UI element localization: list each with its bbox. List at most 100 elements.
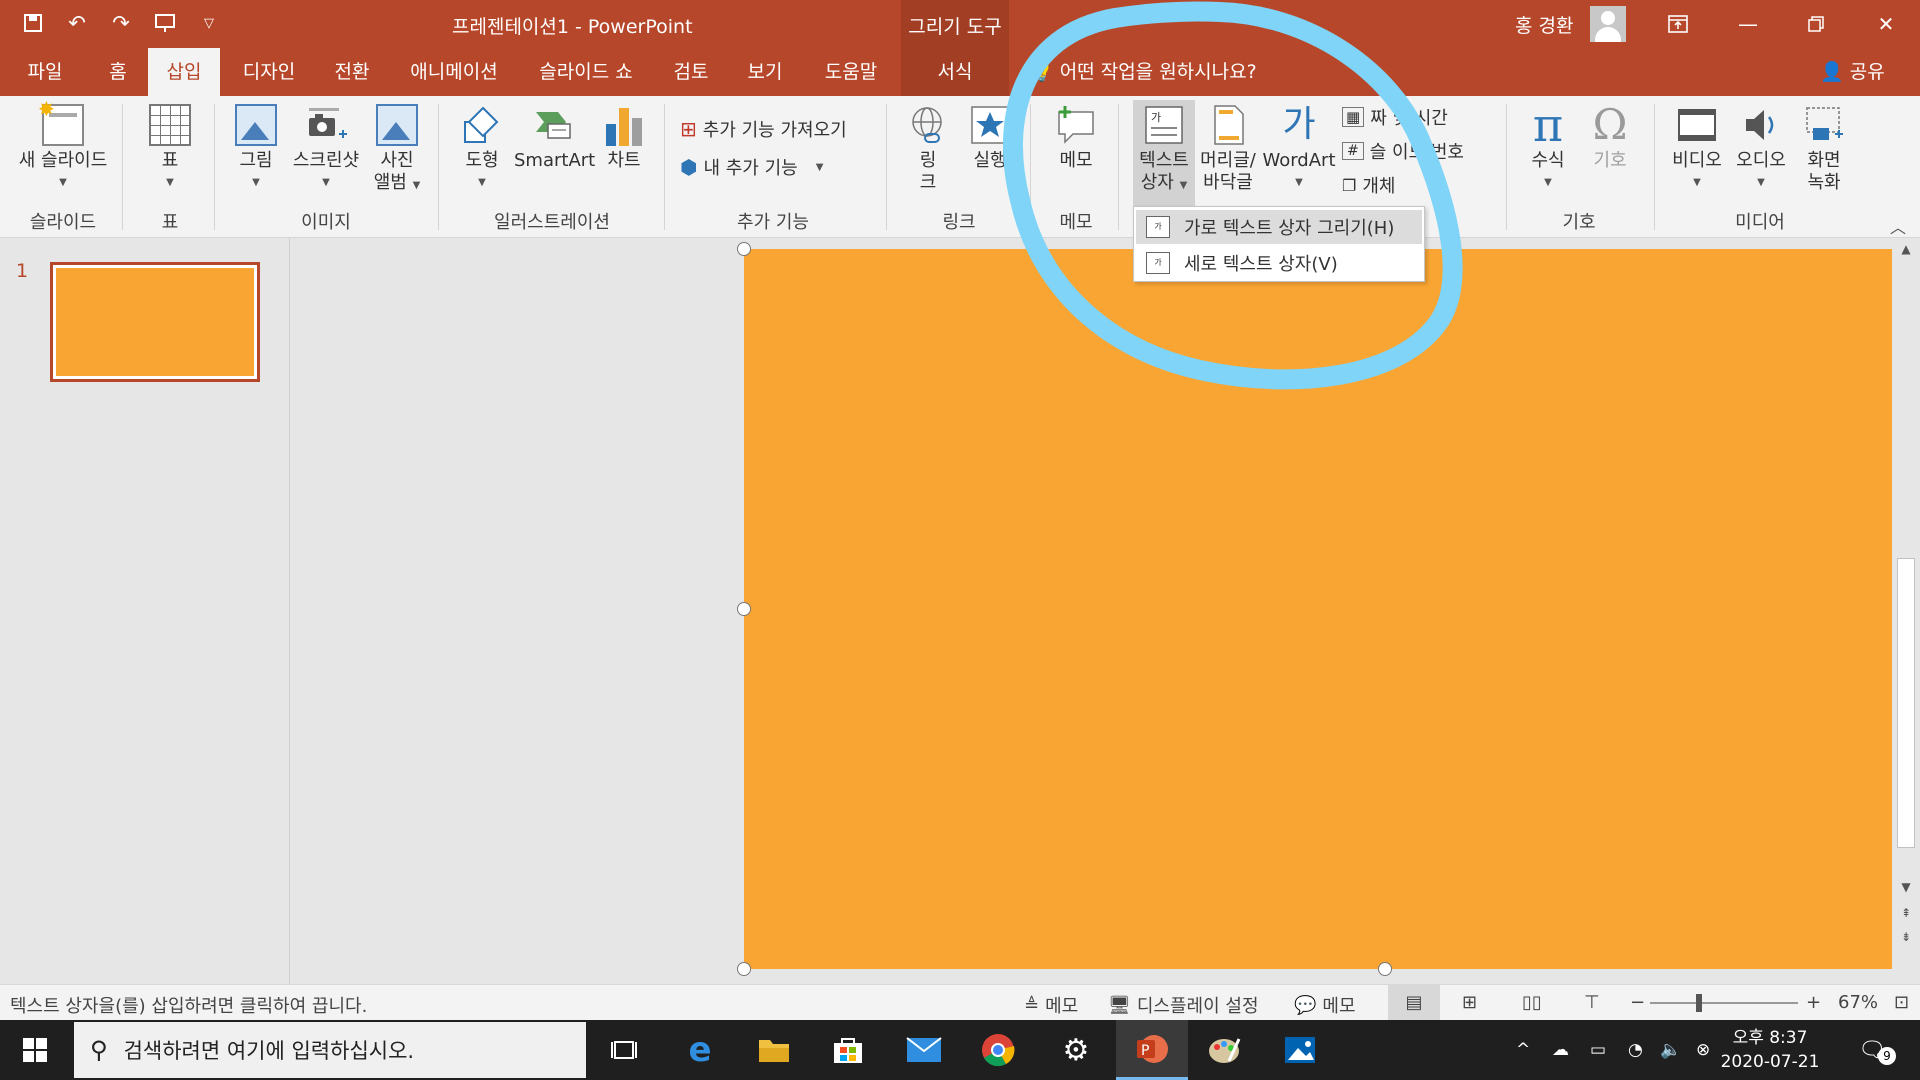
slide-thumbnail[interactable] [50, 262, 260, 382]
picture-button[interactable]: 그림 ▼ [228, 104, 284, 194]
tab-file[interactable]: 파일 [20, 48, 70, 96]
file-explorer-icon[interactable] [738, 1020, 810, 1080]
battery-icon[interactable]: ▭ [1590, 1020, 1606, 1080]
resize-handle[interactable] [737, 602, 751, 616]
save-icon[interactable] [18, 8, 48, 38]
zoom-level[interactable]: 67% [1838, 992, 1878, 1013]
scroll-down-icon[interactable]: ▼ [1892, 880, 1920, 894]
slide[interactable] [744, 249, 1920, 969]
ribbon-display-options-icon[interactable] [1650, 0, 1706, 48]
symbol-button[interactable]: Ω 기호 [1580, 104, 1640, 172]
tab-slideshow[interactable]: 슬라이드 쇼 [532, 48, 640, 96]
microsoft-store-icon[interactable] [812, 1020, 884, 1080]
wordart-button[interactable]: 가 WordArt ▼ [1262, 104, 1336, 194]
close-icon[interactable]: ✕ [1858, 0, 1914, 48]
fit-to-window-icon[interactable]: ⊡ [1894, 992, 1909, 1013]
screenshot-button[interactable]: 스크린샷 ▼ [286, 104, 366, 194]
header-footer-button[interactable]: 머리글/ 바닥글 [1198, 104, 1258, 194]
tab-transitions[interactable]: 전환 [326, 48, 378, 96]
slideshow-icon[interactable]: ⊤ [1584, 992, 1600, 1013]
present-from-start-icon[interactable] [150, 8, 180, 38]
powerpoint-taskbar-icon[interactable]: P [1116, 1020, 1188, 1080]
link-button[interactable]: 링 크 [900, 104, 956, 194]
collapse-ribbon-icon[interactable]: ︿ [1890, 214, 1906, 238]
redo-icon[interactable]: ↷ [106, 8, 136, 38]
screen-recording-button[interactable]: 화면 녹화 [1794, 104, 1854, 194]
smartart-button[interactable]: SmartArt [514, 104, 595, 172]
tab-home[interactable]: 홈 [98, 48, 138, 96]
scrollbar-thumb[interactable] [1897, 558, 1915, 848]
taskbar-clock[interactable]: 오후 8:37 2020-07-21 [1718, 1026, 1822, 1074]
zoom-out-icon[interactable]: − [1630, 992, 1645, 1013]
next-slide-icon[interactable]: ⇟ [1892, 930, 1920, 944]
start-button[interactable] [0, 1020, 70, 1080]
slide-canvas[interactable] [291, 238, 1920, 984]
avatar[interactable] [1590, 6, 1626, 42]
equation-button[interactable]: π 수식 ▼ [1518, 102, 1578, 194]
comment-button[interactable]: 메모 [1046, 104, 1106, 172]
notes-button[interactable]: ≜ 메모 [1024, 992, 1078, 1018]
scroll-up-icon[interactable]: ▲ [1892, 242, 1920, 256]
video-button[interactable]: 비디오 ▼ [1666, 104, 1728, 194]
resize-handle[interactable] [737, 962, 751, 976]
date-time-button[interactable]: ▦ 짜 및 시간 [1342, 104, 1448, 130]
show-hidden-icons[interactable]: ^ [1516, 1020, 1530, 1080]
previous-slide-icon[interactable]: ⇞ [1892, 906, 1920, 920]
object-button[interactable]: ❐ 개체 [1342, 172, 1395, 198]
header-footer-icon [1207, 104, 1249, 146]
new-slide-button[interactable]: ✸ 새 슬라이드 ▼ [10, 98, 116, 194]
customize-qat-icon[interactable]: ▽ [194, 8, 224, 38]
shapes-button[interactable]: 도형 ▼ [452, 104, 512, 194]
user-name[interactable]: 홍 경환 [1515, 11, 1573, 38]
chrome-icon[interactable] [962, 1020, 1034, 1080]
settings-gear-icon[interactable]: ⚙ [1040, 1020, 1112, 1080]
restore-icon[interactable] [1788, 0, 1844, 48]
tab-design[interactable]: 디자인 [236, 48, 302, 96]
resize-handle[interactable] [1378, 962, 1392, 976]
table-icon [149, 104, 191, 146]
chart-button[interactable]: 차트 [596, 104, 652, 172]
vertical-textbox-item[interactable]: 가 세로 텍스트 상자(V) [1136, 246, 1422, 280]
photos-icon[interactable] [1264, 1020, 1336, 1080]
paint-icon[interactable] [1188, 1020, 1260, 1080]
mute-mic-icon[interactable]: ⊗ [1696, 1020, 1710, 1080]
taskbar-search-box[interactable]: ⚲ 검색하려면 여기에 입력하십시오. [74, 1022, 586, 1078]
horizontal-textbox-item[interactable]: 가 가로 텍스트 상자 그리기(H) [1136, 210, 1422, 244]
display-settings-button[interactable]: 🖥 디스플레이 설정 [1108, 992, 1259, 1018]
tell-me-box[interactable]: 💡 어떤 작업을 원하시나요? [1030, 48, 1257, 96]
get-addins-button[interactable]: ⊞ 추가 기능 가져오기 [680, 116, 847, 142]
task-view-icon[interactable] [588, 1020, 660, 1080]
tab-review[interactable]: 검토 [668, 48, 714, 96]
minimize-icon[interactable]: — [1720, 0, 1776, 48]
vertical-scrollbar[interactable]: ▲ ▼ ⇞ ⇟ [1892, 238, 1920, 984]
volume-icon[interactable]: 🔈 [1660, 1020, 1681, 1080]
tab-insert[interactable]: 삽입 [148, 48, 220, 96]
slide-number-button[interactable]: # 슬 이드 번호 [1342, 138, 1464, 164]
tab-help[interactable]: 도움말 [816, 48, 886, 96]
undo-icon[interactable]: ↶ [62, 8, 92, 38]
wifi-icon[interactable]: ◔ [1628, 1020, 1643, 1080]
comments-button[interactable]: 💬 메모 [1294, 992, 1356, 1018]
normal-view-icon[interactable]: ▤ [1388, 985, 1440, 1020]
audio-button[interactable]: 오디오 ▼ [1730, 104, 1792, 194]
hash-icon: # [1342, 142, 1364, 160]
share-button[interactable]: 👤 공유 [1820, 48, 1885, 96]
zoom-slider[interactable] [1650, 1002, 1798, 1004]
textbox-button[interactable]: 가 텍스트 상자 ▼ [1133, 100, 1195, 206]
zoom-slider-thumb[interactable] [1696, 994, 1702, 1012]
tab-view[interactable]: 보기 [742, 48, 788, 96]
slide-sorter-icon[interactable]: ⊞ [1462, 992, 1477, 1013]
resize-handle[interactable] [737, 242, 751, 256]
tab-animations[interactable]: 애니메이션 [406, 48, 502, 96]
onedrive-icon[interactable]: ☁ [1552, 1020, 1569, 1080]
tab-format[interactable]: 서식 [901, 48, 1009, 96]
photo-album-button[interactable]: 사진 앨범 ▼ [368, 104, 426, 197]
reading-view-icon[interactable]: ▯▯ [1522, 992, 1542, 1013]
my-addins-button[interactable]: ⬢ 내 추가 기능 ▼ [680, 154, 823, 180]
action-button[interactable]: 실행 [962, 104, 1018, 172]
mail-icon[interactable] [888, 1020, 960, 1080]
table-button[interactable]: 표 ▼ [140, 104, 200, 194]
zoom-in-icon[interactable]: + [1806, 992, 1821, 1013]
edge-browser-icon[interactable]: e [664, 1020, 736, 1080]
notification-center-icon[interactable]: 🗨 9 [1858, 1020, 1896, 1080]
